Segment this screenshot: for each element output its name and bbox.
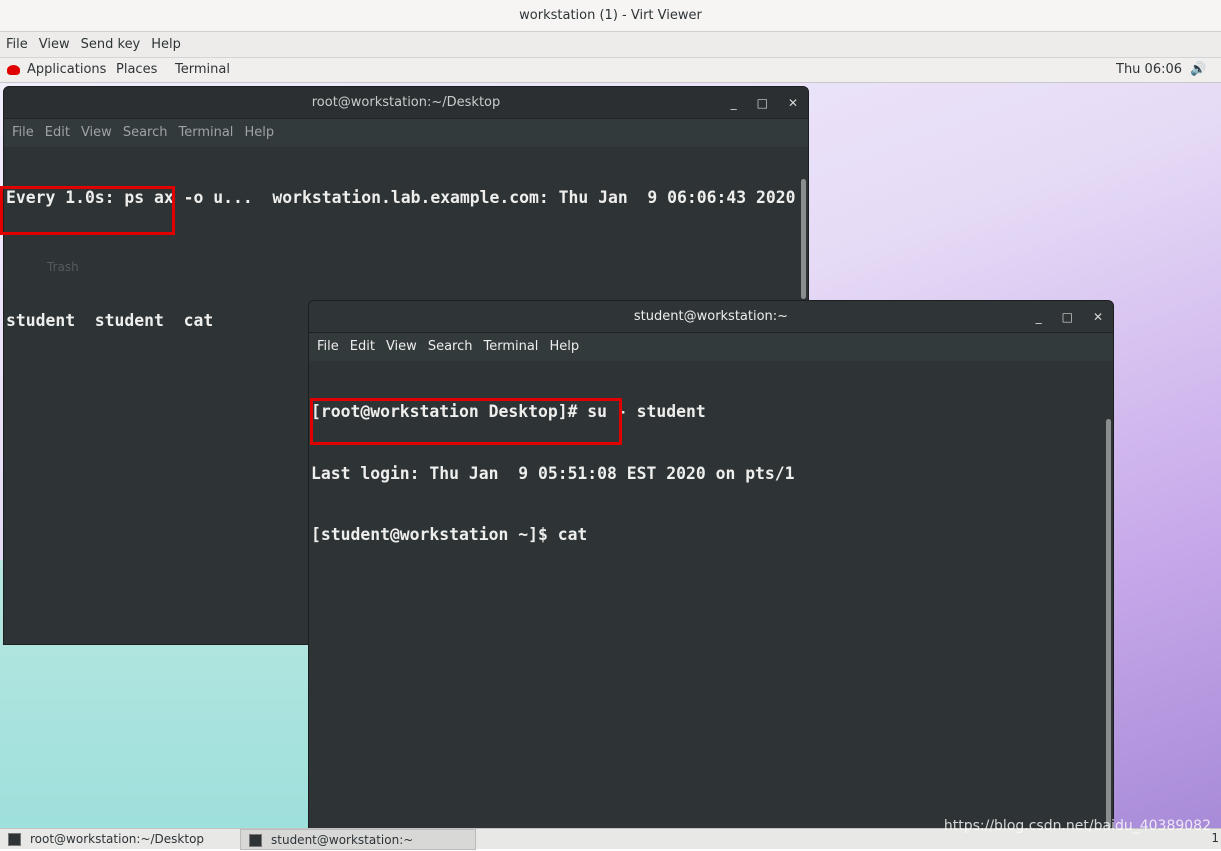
menu-edit[interactable]: Edit	[45, 125, 70, 140]
taskbar-label: root@workstation:~/Desktop	[30, 832, 205, 846]
taskbar-item-root[interactable]: root@workstation:~/Desktop	[0, 829, 236, 850]
menu-send-key[interactable]: Send key	[81, 37, 141, 52]
menu-file[interactable]: File	[12, 125, 34, 140]
viewer-menubar: File View Send key Help	[0, 32, 1221, 58]
trash-label: Trash	[47, 260, 79, 274]
maximize-button[interactable]: □	[757, 96, 768, 110]
menu-help[interactable]: Help	[151, 37, 181, 52]
minimize-button[interactable]: _	[1036, 310, 1042, 324]
taskbar-item-student[interactable]: student@workstation:~	[240, 829, 476, 850]
highlight-box	[0, 186, 175, 235]
close-button[interactable]: ✕	[1093, 310, 1103, 324]
clock[interactable]: Thu 06:06	[1116, 58, 1182, 82]
watermark: https://blog.csdn.net/baidu_40389082	[943, 818, 1211, 834]
window-title: workstation (1) - Virt Viewer	[519, 8, 702, 23]
maximize-button[interactable]: □	[1062, 310, 1073, 324]
window-title-bar: workstation (1) - Virt Viewer	[0, 0, 1221, 32]
minimize-button[interactable]: _	[731, 96, 737, 110]
terminal-line: [student@workstation ~]$ cat	[311, 525, 588, 544]
menu-search[interactable]: Search	[123, 125, 168, 140]
terminal-icon	[249, 834, 262, 847]
menu-file[interactable]: File	[317, 339, 339, 354]
gnome-top-bar: Applications Places Terminal Thu 06:06 🔊	[0, 58, 1221, 83]
terminal-title-bar[interactable]: root@workstation:~/Desktop _ □ ✕	[4, 87, 808, 119]
highlight-box	[310, 398, 622, 445]
menu-help[interactable]: Help	[549, 339, 579, 354]
menu-terminal[interactable]: Terminal	[483, 339, 538, 354]
menu-view[interactable]: View	[39, 37, 70, 52]
terminal-title: student@workstation:~	[633, 309, 789, 324]
menu-help[interactable]: Help	[244, 125, 274, 140]
terminal-title-bar[interactable]: student@workstation:~ _ □ ✕	[309, 301, 1113, 333]
menu-edit[interactable]: Edit	[350, 339, 375, 354]
scrollbar[interactable]	[801, 179, 806, 299]
terminal-window-student[interactable]: student@workstation:~ _ □ ✕ File Edit View Se…	[308, 300, 1114, 840]
volume-icon[interactable]: 🔊	[1190, 58, 1206, 82]
menu-view[interactable]: View	[81, 125, 112, 140]
terminal-line: Last login: Thu Jan 9 05:51:08 EST 2020 …	[311, 463, 795, 483]
menu-search[interactable]: Search	[428, 339, 473, 354]
close-button[interactable]: ✕	[788, 96, 798, 110]
terminal-menubar: File Edit View Search Terminal Help	[309, 333, 1113, 361]
applications-menu[interactable]: Applications	[27, 58, 106, 82]
terminal-output[interactable]: [root@workstation Desktop]# su - student…	[309, 361, 1113, 587]
terminal-menubar: File Edit View Search Terminal Help	[4, 119, 808, 147]
scrollbar[interactable]	[1106, 419, 1111, 829]
terminal-app-menu[interactable]: Terminal	[175, 58, 230, 82]
terminal-title: root@workstation:~/Desktop	[311, 95, 501, 110]
menu-file[interactable]: File	[6, 37, 28, 52]
menu-view[interactable]: View	[386, 339, 417, 354]
redhat-icon	[7, 65, 20, 75]
menu-terminal[interactable]: Terminal	[178, 125, 233, 140]
places-menu[interactable]: Places	[116, 58, 157, 82]
workspace-indicator[interactable]: 1	[1211, 831, 1219, 845]
terminal-icon	[8, 833, 21, 846]
taskbar-label: student@workstation:~	[271, 833, 414, 847]
